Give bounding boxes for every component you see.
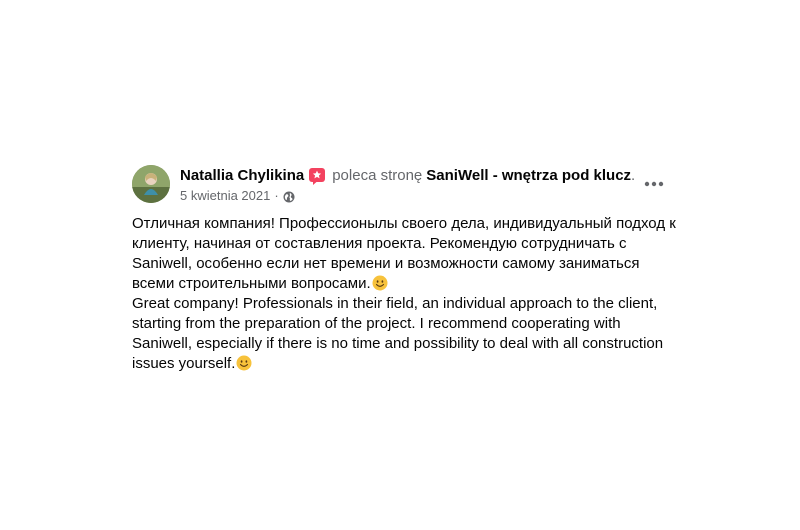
more-options-icon	[644, 174, 664, 192]
globe-icon	[283, 190, 295, 202]
review-text-en-content: Great company! Professionals in their fi…	[132, 295, 664, 372]
page-name-link[interactable]: SaniWell - wnętrza pod klucz	[426, 166, 631, 185]
recommend-icon	[308, 167, 326, 185]
author-name[interactable]: Natallia Chylikina	[180, 166, 304, 185]
post-body: Отличная компания! Профессионылы своего …	[132, 214, 677, 374]
smiling-face-emoji-icon	[236, 355, 252, 371]
separator: ·	[274, 188, 279, 203]
period: .	[631, 167, 636, 184]
post-meta: Natallia Chylikina poleca stronę SaniWel…	[180, 166, 635, 204]
review-post: Natallia Chylikina poleca stronę SaniWel…	[132, 163, 676, 374]
review-text-en: Great company! Professionals in their fi…	[132, 294, 677, 374]
review-text-ru: Отличная компания! Профессионылы своего …	[132, 214, 677, 294]
review-text-ru-content: Отличная компания! Профессионылы своего …	[132, 215, 676, 292]
post-date[interactable]: 5 kwietnia 2021	[180, 187, 270, 204]
avatar[interactable]	[132, 165, 170, 203]
post-header: Natallia Chylikina poleca stronę SaniWel…	[132, 163, 672, 207]
more-options-button[interactable]	[640, 171, 668, 195]
smiling-face-emoji-icon	[372, 275, 388, 291]
action-text: poleca stronę	[332, 167, 423, 184]
